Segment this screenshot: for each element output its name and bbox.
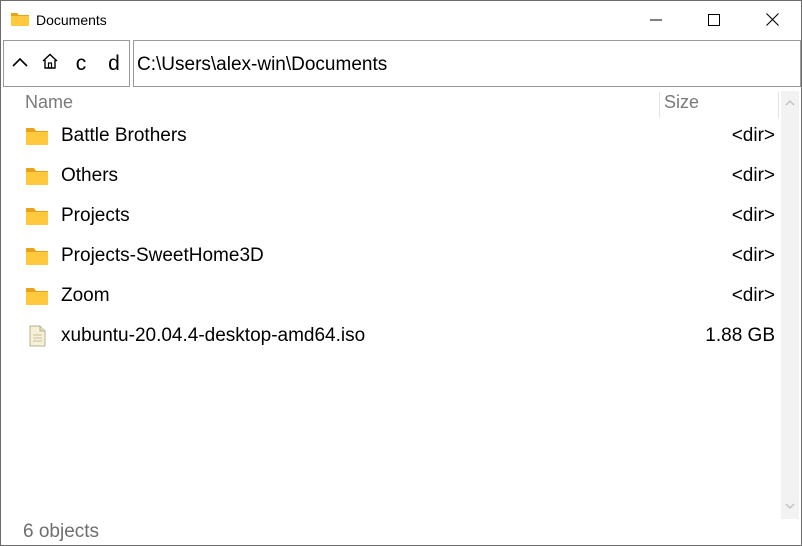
item-name: Projects-SweetHome3D: [61, 245, 264, 266]
folder-icon: [25, 285, 49, 307]
item-name: Others: [61, 165, 119, 186]
list-item[interactable]: Zoom <dir>: [1, 276, 781, 316]
path-text: C:\Users\alex-win\Documents: [137, 54, 388, 75]
item-size: <dir>: [731, 285, 775, 306]
list-item[interactable]: Battle Brothers <dir>: [1, 116, 781, 156]
maximize-icon: [708, 13, 720, 26]
folder-icon: [25, 245, 49, 267]
column-divider[interactable]: [659, 92, 660, 118]
list-item[interactable]: Projects-SweetHome3D <dir>: [1, 236, 781, 276]
list-item[interactable]: Others <dir>: [1, 156, 781, 196]
maximize-button[interactable]: [685, 1, 743, 38]
window-title: Documents: [36, 12, 107, 28]
minimize-button[interactable]: [627, 1, 685, 38]
column-divider: [778, 92, 779, 118]
close-icon: [765, 13, 779, 26]
item-size: <dir>: [731, 205, 775, 226]
item-size: 1.88 GB: [705, 325, 775, 346]
chevron-up-icon: [11, 55, 29, 73]
explorer-window: Documents c d C:\Users\alex-win\Document…: [0, 0, 802, 546]
file-icon: [25, 325, 49, 347]
list-item[interactable]: xubuntu-20.04.4-desktop-amd64.iso 1.88 G…: [1, 316, 781, 356]
chevron-down-icon: [785, 497, 795, 515]
item-name: xubuntu-20.04.4-desktop-amd64.iso: [61, 325, 366, 346]
item-size: <dir>: [731, 125, 775, 146]
title-bar[interactable]: Documents: [1, 1, 801, 38]
drive-d-button[interactable]: d: [102, 41, 126, 86]
folder-icon: [25, 165, 49, 187]
close-button[interactable]: [743, 1, 801, 38]
navigation-toolbar: c d: [3, 40, 130, 87]
item-name: Battle Brothers: [61, 125, 187, 146]
item-name: Projects: [61, 205, 130, 226]
scroll-down-button[interactable]: [781, 497, 799, 515]
chevron-up-icon: [785, 93, 795, 111]
status-text: 6 objects: [23, 521, 100, 542]
vertical-scrollbar[interactable]: [781, 91, 799, 519]
home-icon: [41, 52, 59, 75]
scroll-up-button[interactable]: [781, 93, 799, 111]
column-header-size[interactable]: Size: [664, 92, 699, 118]
item-name: Zoom: [61, 285, 110, 306]
item-size: <dir>: [731, 165, 775, 186]
folder-icon: [25, 205, 49, 227]
folder-icon: [25, 125, 49, 147]
up-button[interactable]: [7, 41, 33, 86]
minimize-icon: [650, 14, 662, 26]
column-header-name[interactable]: Name: [25, 92, 73, 118]
list-item[interactable]: Projects <dir>: [1, 196, 781, 236]
home-button[interactable]: [37, 41, 63, 86]
item-size: <dir>: [731, 245, 775, 266]
drive-c-button[interactable]: c: [69, 41, 93, 86]
folder-icon: [10, 11, 30, 27]
path-field[interactable]: C:\Users\alex-win\Documents: [133, 40, 801, 87]
